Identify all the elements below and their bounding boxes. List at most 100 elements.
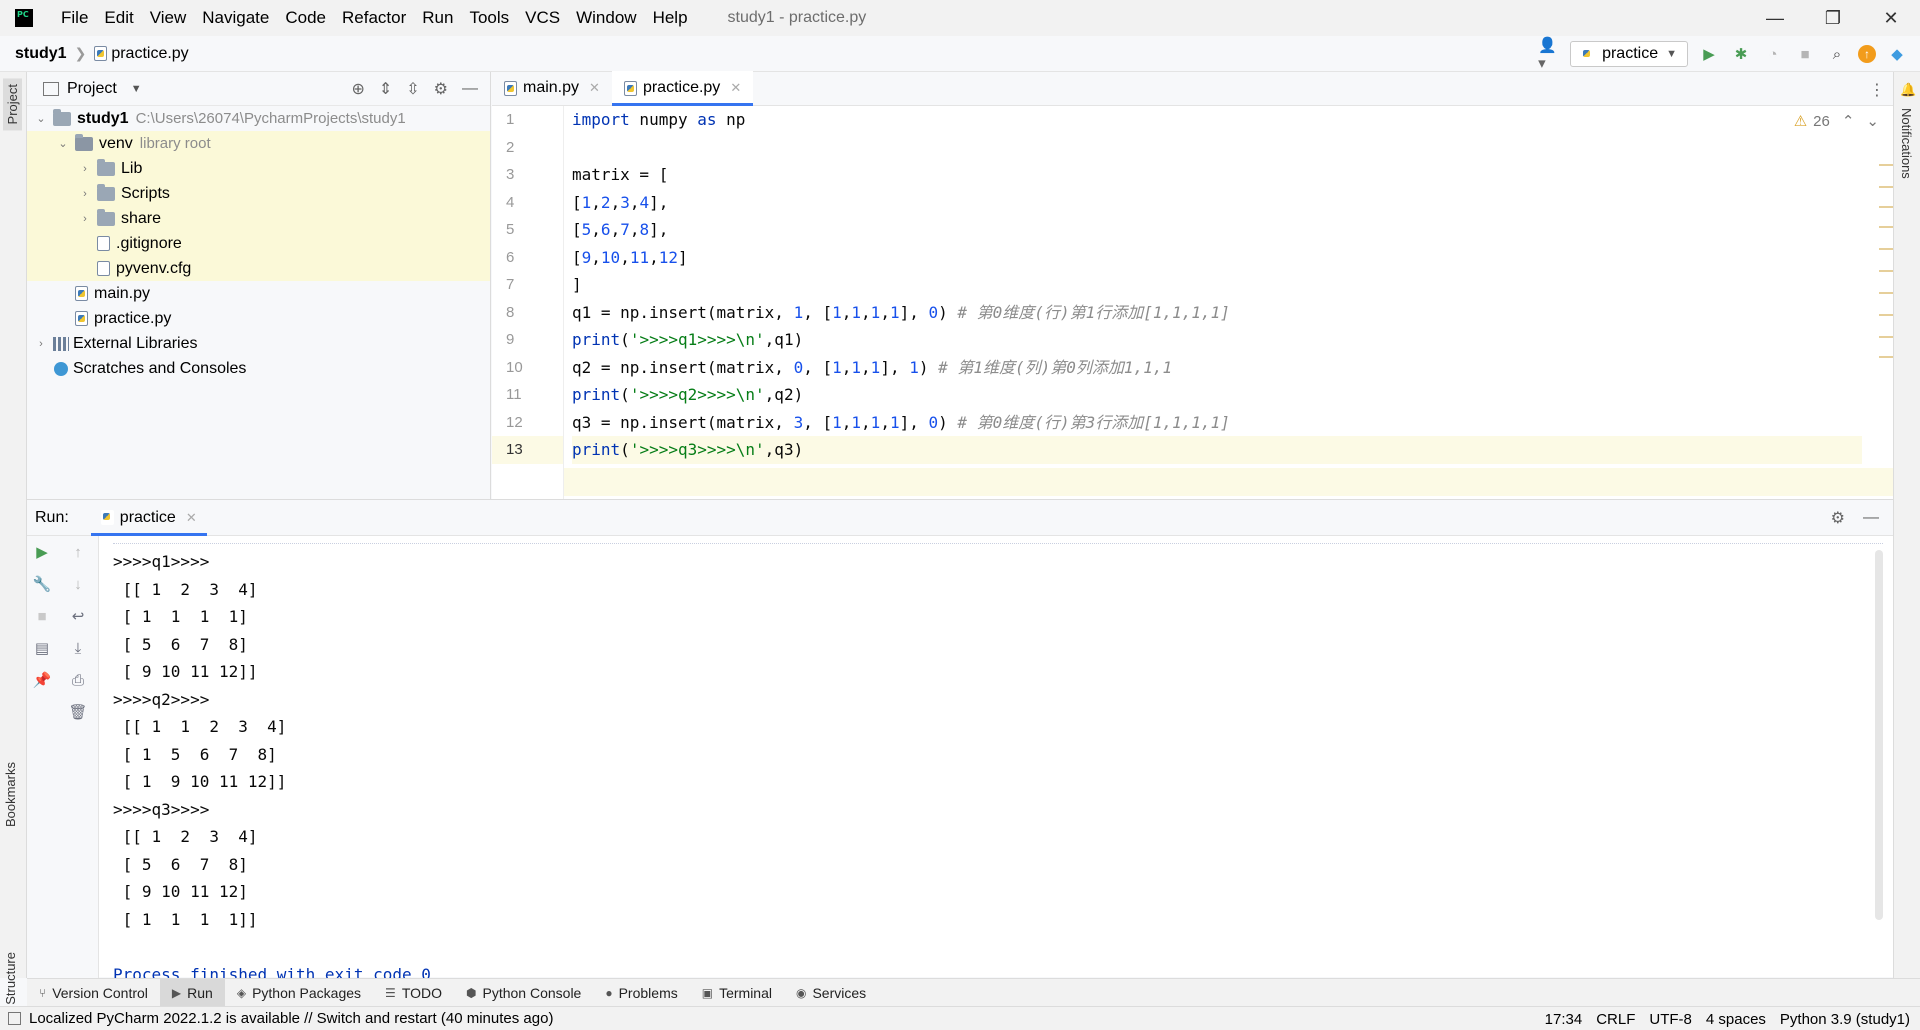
scroll-to-end-icon[interactable]: ⤓ [57,632,99,664]
code-line-current[interactable]: print('>>>>q3>>>>\n',q3) [572,436,1862,464]
hide-icon[interactable]: — [1863,509,1879,527]
gear-icon[interactable]: ⚙ [434,79,448,99]
code-editor[interactable]: import numpy as np matrix = [ [1,2,3,4],… [572,106,1862,464]
menu-run[interactable]: Run [414,0,461,36]
code-line[interactable]: [1,2,3,4], [572,189,1862,217]
project-panel-title[interactable]: Project [67,80,117,98]
breadcrumb-project[interactable]: study1 [15,45,67,63]
line-separator[interactable]: CRLF [1596,1011,1635,1028]
search-icon[interactable]: ⌕ [1826,43,1848,65]
stripe-mark[interactable] [1879,186,1893,188]
expand-all-icon[interactable]: ⇕ [379,79,392,99]
gear-icon[interactable]: ⚙ [1831,508,1845,528]
tool-tab-problems[interactable]: ● Problems [593,979,689,1007]
tool-tab-terminal[interactable]: ▣ Terminal [690,979,784,1007]
layout-icon[interactable]: ▤ [27,632,57,664]
menu-navigate[interactable]: Navigate [194,0,277,36]
update-icon[interactable]: ↑ [1858,45,1876,63]
code-line[interactable]: print('>>>>q1>>>>\n',q1) [572,326,1862,354]
debug-icon[interactable]: ✱ [1730,43,1752,65]
arrow-down-icon[interactable]: ↓ [57,568,99,600]
menu-window[interactable]: Window [568,0,644,36]
chevron-right-icon[interactable]: › [77,163,93,175]
menu-tools[interactable]: Tools [461,0,517,36]
breadcrumb-file[interactable]: practice.py [111,45,188,63]
restore-button[interactable]: ❐ [1804,0,1862,36]
trash-icon[interactable]: 🗑 [57,696,99,728]
run-tab-practice[interactable]: practice ✕ [90,500,207,536]
tab-practice-py[interactable]: practice.py ✕ [611,71,754,106]
status-message[interactable]: Localized PyCharm 2022.1.2 is available … [29,1010,553,1027]
close-icon[interactable]: ✕ [186,510,197,526]
close-icon[interactable]: ✕ [730,80,741,96]
tree-item-venv[interactable]: ⌄ venv library root [27,131,490,156]
hide-icon[interactable]: — [462,80,478,98]
tool-tab-services[interactable]: ◉ Services [784,979,878,1007]
caret-position[interactable]: 17:34 [1545,1011,1583,1028]
tool-tab-todo[interactable]: ☰ TODO [373,979,454,1007]
code-line[interactable]: q2 = np.insert(matrix, 0, [1,1,1], 1) # … [572,354,1862,382]
tool-tab-python-console[interactable]: ⬢ Python Console [454,979,593,1007]
stripe-mark[interactable] [1879,206,1893,208]
wrench-icon[interactable]: 🔧 [27,568,57,600]
chevron-right-icon[interactable]: › [33,338,49,350]
run-configuration-select[interactable]: practice ▼ [1570,41,1688,67]
stripe-mark[interactable] [1879,248,1893,250]
code-line[interactable] [572,134,1862,162]
file-encoding[interactable]: UTF-8 [1649,1011,1692,1028]
indent-setting[interactable]: 4 spaces [1706,1011,1766,1028]
stripe-mark[interactable] [1879,336,1893,338]
chevron-right-icon[interactable]: › [77,188,93,200]
collapse-all-icon[interactable]: ⇳ [406,79,419,99]
chevron-down-icon[interactable]: ⌄ [33,112,49,125]
coverage-icon[interactable]: ◔ [1762,43,1784,65]
tab-main-py[interactable]: main.py ✕ [492,71,612,105]
pin-icon[interactable]: 📌 [27,664,57,696]
tree-item-share[interactable]: › share [27,206,490,231]
code-line[interactable]: q1 = np.insert(matrix, 1, [1,1,1,1], 0) … [572,299,1862,327]
chevron-up-icon[interactable]: ⌃ [1842,112,1855,130]
menu-edit[interactable]: Edit [96,0,141,36]
code-line[interactable]: [5,6,7,8], [572,216,1862,244]
tool-tab-run[interactable]: ▶ Run [159,978,225,1007]
console-output[interactable]: >>>>q1>>>> [[ 1 2 3 4] [ 1 1 1 1] [ 5 6 … [113,536,1883,978]
bell-icon[interactable]: 🔔 [1900,82,1916,98]
tool-window-structure[interactable]: Structure [3,952,18,1005]
run-icon[interactable]: ▶ [1698,43,1720,65]
tree-item-study1[interactable]: ⌄ study1 C:\Users\26074\PycharmProjects\… [27,106,490,131]
tree-item-scratches[interactable]: Scratches and Consoles [27,356,490,381]
tool-window-notifications[interactable]: Notifications [1899,108,1914,179]
stripe-mark[interactable] [1879,164,1893,166]
minimize-button[interactable]: — [1746,0,1804,36]
python-interpreter[interactable]: Python 3.9 (study1) [1780,1011,1910,1028]
code-line[interactable]: q3 = np.insert(matrix, 3, [1,1,1,1], 0) … [572,409,1862,437]
tree-item-gitignore[interactable]: .gitignore [27,231,490,256]
stripe-mark[interactable] [1879,356,1893,358]
stripe-mark[interactable] [1879,226,1893,228]
chevron-right-icon[interactable]: › [77,213,93,225]
tree-item-practice-py[interactable]: practice.py [27,306,490,331]
code-line[interactable]: matrix = [ [572,161,1862,189]
soft-wrap-icon[interactable]: ↩ [57,600,99,632]
chevron-down-icon[interactable]: ⌄ [1866,112,1879,130]
menu-vcs[interactable]: VCS [517,0,568,36]
tree-item-lib[interactable]: › Lib [27,156,490,181]
inspection-widget[interactable]: ⚠ 26 ⌃ ⌄ [1794,112,1879,131]
user-icon[interactable]: 👤▾ [1538,37,1560,72]
menu-help[interactable]: Help [645,0,696,36]
close-icon[interactable]: ✕ [589,80,600,96]
menu-code[interactable]: Code [277,0,334,36]
tool-window-project[interactable]: Project [3,78,22,131]
menu-refactor[interactable]: Refactor [334,0,414,36]
print-icon[interactable]: ⎙ [57,664,99,696]
stripe-mark[interactable] [1879,270,1893,272]
code-line[interactable]: [9,10,11,12] [572,244,1862,272]
tool-tab-python-packages[interactable]: ◈ Python Packages [225,979,373,1007]
code-line[interactable]: print('>>>>q2>>>>\n',q2) [572,381,1862,409]
jetbrains-icon[interactable]: ◆ [1886,43,1908,65]
tree-item-main-py[interactable]: main.py [27,281,490,306]
close-button[interactable]: ✕ [1862,0,1920,36]
tree-item-external-libraries[interactable]: › External Libraries [27,331,490,356]
code-line[interactable]: ] [572,271,1862,299]
console-scrollbar[interactable] [1875,550,1883,920]
